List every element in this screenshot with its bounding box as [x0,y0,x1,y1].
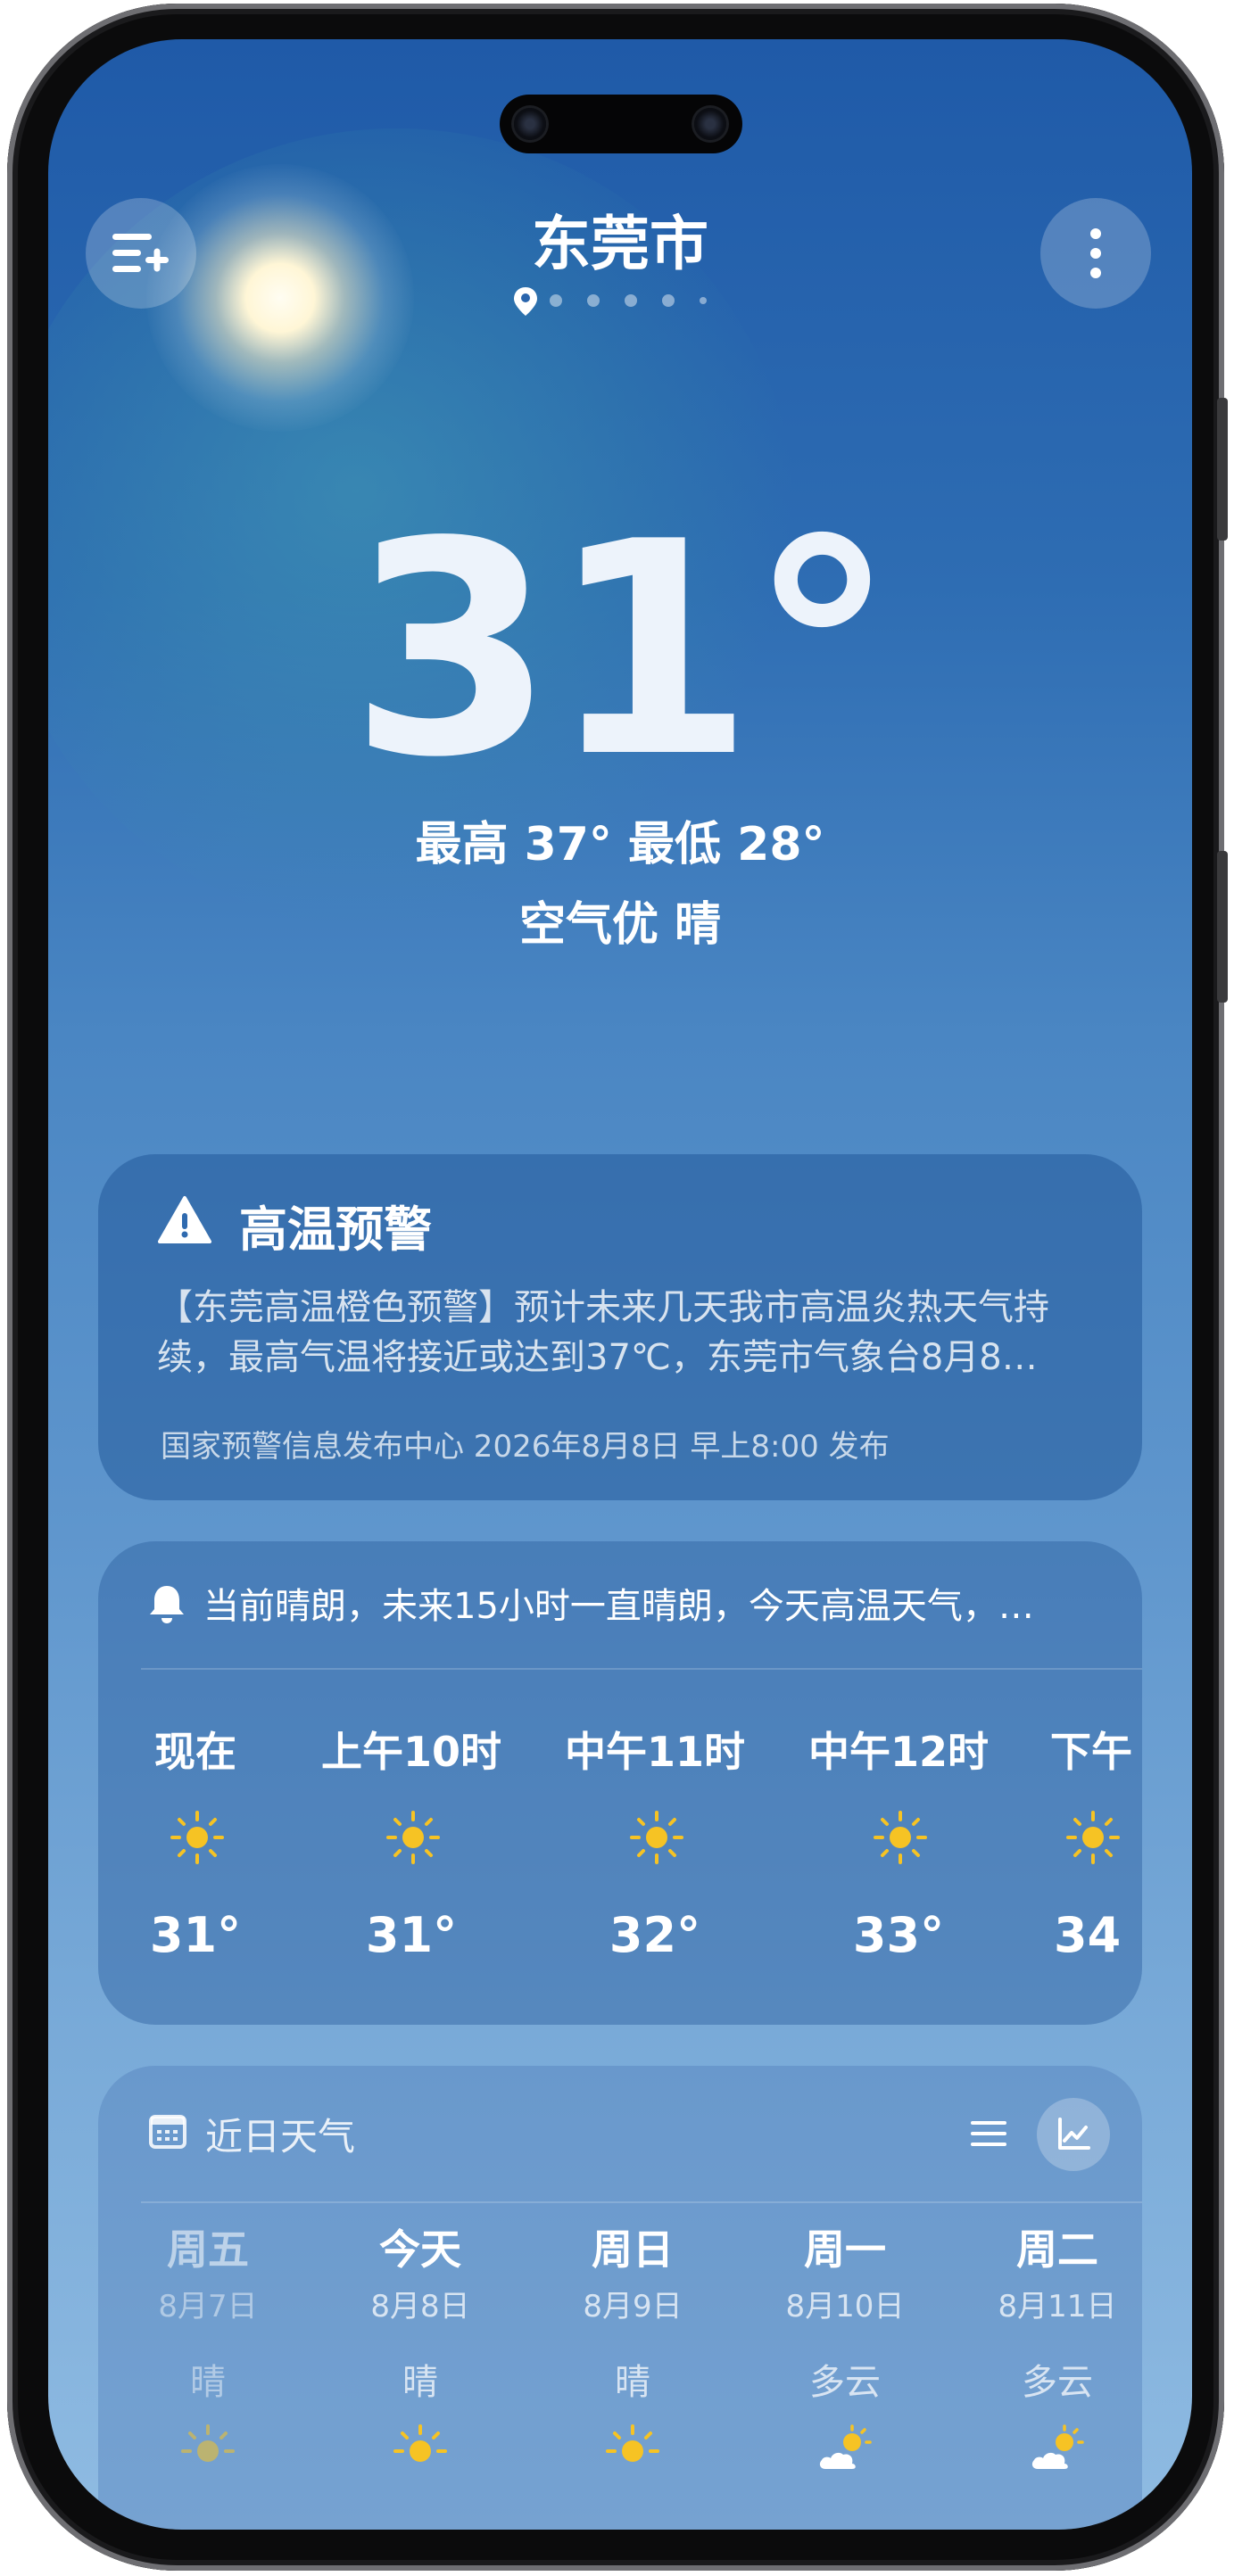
page-dot [662,294,675,307]
daily-forecast-card[interactable]: 近日天气 周五 8月7日 晴 今天 8月8日 晴 周日 8月9日 晴 周一 8月… [98,2066,1142,2530]
day-weather: 晴 [402,2362,438,2403]
day-name: 今天 [379,2225,461,2274]
alert-title: 高温预警 [239,1201,432,1258]
sun-icon [1066,1811,1120,1864]
day-date: 8月7日 [158,2289,258,2324]
day-date: 8月11日 [998,2289,1117,2324]
hour-temperature: 31° [365,1907,458,1963]
page-dot [587,294,600,307]
city-name[interactable]: 东莞市 [48,196,1192,282]
hour-label: 中午11时 [564,1728,745,1776]
hourly-forecast-card[interactable]: 当前晴朗，未来15小时一直晴朗，今天高温天气，… 现在 31° 上午10时 31… [98,1541,1142,2025]
sun-icon [170,1811,224,1864]
hour-temperature: 32° [609,1907,701,1963]
day-weather: 晴 [190,2362,226,2403]
day-name: 周五 [167,2225,249,2274]
alert-source: 国家预警信息发布中心 2026年8月8日 早上8:00 发布 [161,1429,890,1465]
hourly-scroll-list[interactable]: 现在 31° 上午10时 31° 中午11时 32° 中午12时 33° 下午 … [98,1541,1142,2025]
day-date: 8月8日 [370,2289,470,2324]
current-temperature: 31° [349,479,896,822]
sun-icon [874,1811,927,1864]
partly-cloudy-icon [1031,2424,1084,2469]
page-dot [550,294,562,307]
divider [141,2201,1142,2203]
day-weather: 多云 [809,2362,881,2403]
hour-label: 上午10时 [320,1728,501,1776]
calendar-icon [149,2115,186,2149]
sun-icon [386,1811,440,1864]
hour-label: 中午12时 [807,1728,989,1776]
partly-cloudy-icon [819,2424,872,2469]
more-vertical-icon [1090,228,1101,278]
air-quality-condition[interactable]: 空气优 晴 [48,887,1192,954]
location-pin-icon [514,287,537,316]
alert-body-line: 续，最高气温将接近或达到37℃，东莞市气象台8月8… [157,1337,1038,1378]
daily-title: 近日天气 [205,2115,356,2159]
camera-cutout [500,95,742,153]
camera-lens [514,108,546,140]
day-name: 周日 [592,2225,674,2274]
volume-button [1217,398,1228,541]
hour-temperature: 31° [149,1907,242,1963]
list-view-button[interactable] [957,2101,1021,2166]
day-date: 8月10日 [785,2289,905,2324]
more-options-button[interactable] [1040,198,1151,309]
high-low-temperature: 最高 37° 最低 28° [415,818,825,871]
warning-icon [158,1196,211,1243]
page-dot [700,297,707,304]
line-chart-icon [1058,2118,1090,2150]
sun-icon [630,1811,683,1864]
camera-lens [694,108,726,140]
power-button [1217,851,1228,1003]
sun-icon [393,2424,447,2462]
day-name: 周二 [1016,2225,1098,2274]
day-weather: 晴 [615,2362,650,2403]
day-name: 周一 [804,2225,886,2274]
chart-view-button[interactable] [1037,2098,1110,2171]
sun-icon [181,2424,235,2462]
weather-screen: 东莞市 31° 最高 37° 最低 28° 空气优 晴 高温预警 【东莞高温橙色… [48,39,1192,2530]
phone-frame: 东莞市 31° 最高 37° 最低 28° 空气优 晴 高温预警 【东莞高温橙色… [7,4,1228,2571]
page-dot [625,294,637,307]
alert-body: 【东莞高温橙色预警】预计未来几天我市高温炎热天气持 续，最高气温将接近或达到37… [157,1283,1094,1383]
heat-warning-card[interactable]: 高温预警 【东莞高温橙色预警】预计未来几天我市高温炎热天气持 续，最高气温将接近… [98,1154,1142,1500]
alert-body-line: 【东莞高温橙色预警】预计未来几天我市高温炎热天气持 [157,1287,1049,1328]
day-date: 8月9日 [583,2289,683,2324]
hour-temperature: 34 [1054,1907,1122,1963]
hour-temperature: 33° [852,1907,945,1963]
hour-label: 下午 [1050,1728,1132,1776]
sun-icon [606,2424,659,2462]
hour-label: 现在 [154,1728,236,1776]
day-weather: 多云 [1022,2362,1093,2403]
list-icon [971,2121,1006,2146]
